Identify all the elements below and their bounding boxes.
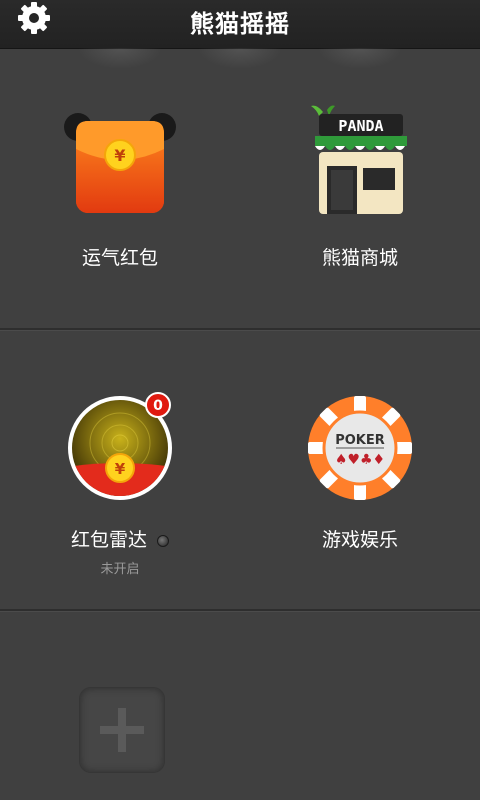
radar-status-indicator (157, 534, 169, 547)
store-icon: PANDA (311, 105, 407, 214)
top-bar: 熊猫摇摇 (0, 0, 480, 49)
red-packet-tile[interactable]: ¥ 运气红包 (0, 49, 240, 329)
svg-text:¥: ¥ (115, 460, 126, 478)
app-screen: 熊猫摇摇 ¥ 运气红包 PANDA 熊猫商城 ¥ 0 红包雷达 未开启 POKE… (0, 0, 480, 800)
radar-label-row: 红包雷达 (0, 525, 240, 552)
radar-label: 红包雷达 (70, 529, 147, 551)
svg-text:POKER: POKER (335, 433, 385, 448)
red-packet-label: 运气红包 (81, 247, 158, 269)
grid-row-1: ¥ 运气红包 PANDA 熊猫商城 (0, 49, 480, 329)
games-tile[interactable]: POKER ♠♥♣♦ 游戏娱乐 (240, 330, 480, 610)
panda-store-tile[interactable]: PANDA 熊猫商城 (240, 49, 480, 329)
grid-row-2: ¥ 0 红包雷达 未开启 POKER ♠♥♣♦ 游戏娱乐 (0, 330, 480, 610)
radar-status-text: 未开启 (100, 562, 140, 577)
svg-text:♠♥♣♦: ♠♥♣♦ (335, 452, 385, 468)
page-title: 熊猫摇摇 (190, 10, 290, 38)
grid-row-3 (0, 611, 480, 800)
add-item-button[interactable] (79, 687, 165, 773)
plus-icon (100, 708, 144, 752)
svg-text:0: 0 (153, 398, 163, 414)
poker-chip-icon: POKER ♠♥♣♦ (308, 396, 412, 500)
games-label: 游戏娱乐 (321, 529, 398, 551)
svg-text:¥: ¥ (114, 146, 125, 165)
radar-tile[interactable]: ¥ 0 红包雷达 未开启 (0, 330, 240, 610)
red-envelope-icon: ¥ (64, 113, 176, 213)
notification-badge: 0 (145, 392, 171, 418)
svg-text:PANDA: PANDA (338, 117, 383, 135)
panda-store-label: 熊猫商城 (321, 247, 398, 269)
